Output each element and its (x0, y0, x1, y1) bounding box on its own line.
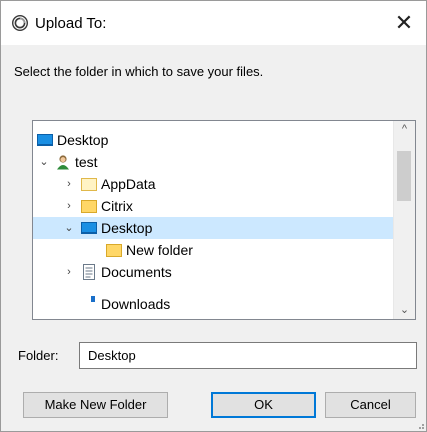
tree-item-desktop-selected[interactable]: ⌄ Desktop (33, 217, 394, 239)
chevron-down-icon[interactable]: ⌄ (63, 217, 75, 239)
upload-dialog: Upload To: ✕ Select the folder in which … (0, 0, 427, 432)
title-bar: Upload To: ✕ (1, 1, 426, 45)
scroll-up-button[interactable]: ^ (394, 121, 415, 138)
scrollbar-thumb[interactable] (397, 151, 411, 201)
vertical-scrollbar[interactable]: ^ ⌄ (393, 121, 415, 319)
tree-item-label: test (75, 154, 98, 170)
tree-item-label: AppData (101, 176, 156, 192)
desktop-icon (37, 134, 53, 146)
documents-icon (83, 264, 95, 280)
cancel-button[interactable]: Cancel (325, 392, 416, 418)
desktop-icon (81, 222, 97, 234)
folder-icon (81, 200, 97, 213)
tree-item-documents[interactable]: › Documents (33, 261, 394, 283)
folder-icon (106, 244, 122, 257)
tree-item-appdata[interactable]: › AppData (33, 173, 394, 195)
ok-button[interactable]: OK (211, 392, 316, 418)
folder-label: Folder: (18, 348, 59, 363)
instruction-text: Select the folder in which to save your … (14, 64, 264, 79)
downloads-icon (91, 296, 95, 302)
tree-item-label: New folder (126, 242, 193, 258)
tree-item-test[interactable]: ⌄ test (33, 151, 394, 173)
tree-item-new-folder[interactable]: New folder (33, 239, 394, 261)
tree-item-downloads[interactable]: Downloads (33, 283, 394, 312)
tree-item-label: Desktop (57, 132, 109, 148)
app-logo-icon (12, 15, 28, 31)
chevron-right-icon[interactable]: › (63, 173, 75, 195)
make-new-folder-button[interactable]: Make New Folder (23, 392, 168, 418)
window-title: Upload To: (35, 15, 107, 32)
folder-tree[interactable]: Desktop ⌄ test › AppData › Citrix ⌄ Desk… (32, 120, 416, 320)
tree-item-desktop-root[interactable]: Desktop (33, 129, 394, 151)
folder-input[interactable] (79, 342, 417, 369)
scroll-down-button[interactable]: ⌄ (394, 302, 415, 319)
resize-grip-icon[interactable] (416, 421, 424, 429)
close-button[interactable]: ✕ (382, 1, 426, 45)
user-icon (57, 155, 69, 170)
tree-item-label: Desktop (101, 220, 153, 236)
chevron-right-icon[interactable]: › (63, 195, 75, 217)
tree-item-label: Documents (101, 264, 172, 280)
tree-item-label: Downloads (101, 296, 171, 312)
chevron-right-icon[interactable]: › (63, 261, 75, 283)
tree-item-citrix[interactable]: › Citrix (33, 195, 394, 217)
chevron-down-icon[interactable]: ⌄ (38, 151, 50, 173)
folder-icon (81, 178, 97, 191)
tree-item-label: Citrix (101, 198, 133, 214)
